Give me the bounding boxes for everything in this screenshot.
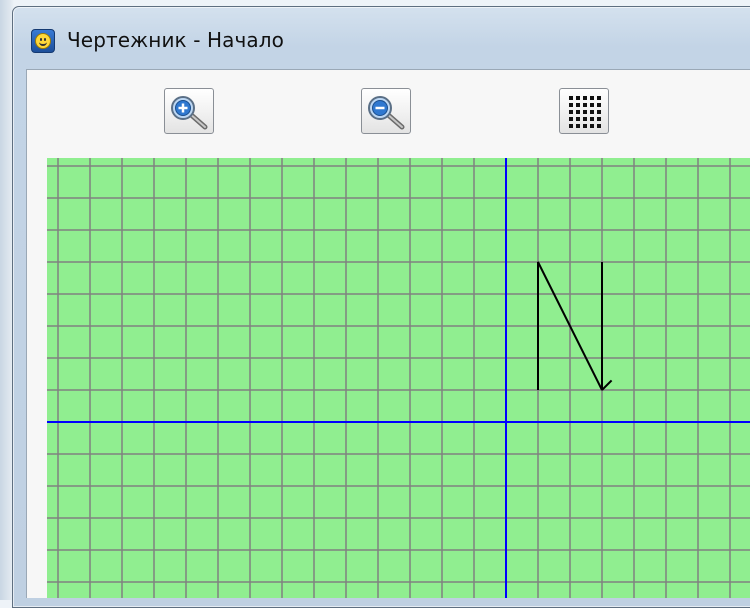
grid-dot <box>569 110 573 114</box>
grid-dot <box>590 117 594 121</box>
grid-dot <box>583 110 587 114</box>
zoom-out-icon <box>368 96 405 130</box>
grid-dot <box>597 96 601 100</box>
client-area <box>26 69 750 598</box>
eye-right <box>44 38 46 41</box>
grid-dot <box>569 124 573 128</box>
zoom-in-icon <box>171 96 208 130</box>
grid-dot <box>576 96 580 100</box>
grid-dot <box>569 117 573 121</box>
grid-dot <box>590 110 594 114</box>
smiley-app-icon[interactable] <box>31 29 55 53</box>
grid-dot <box>576 124 580 128</box>
grid-dot <box>590 124 594 128</box>
grid-dot <box>583 124 587 128</box>
grid-dot <box>597 124 601 128</box>
toolbar <box>27 70 750 152</box>
grid-dot <box>576 110 580 114</box>
grid-dot <box>583 103 587 107</box>
title-bar[interactable]: Чертежник - Начало <box>13 7 750 67</box>
zoom-in-button[interactable] <box>164 88 214 134</box>
grid-dot <box>597 110 601 114</box>
app-window: Чертежник - Начало <box>12 6 750 608</box>
grid-dots-icon <box>569 96 601 128</box>
grid-toggle-button[interactable] <box>559 88 609 134</box>
grid-dot <box>569 96 573 100</box>
pen-drawing-tail <box>601 379 613 391</box>
eye-left <box>40 38 42 41</box>
grid-dot <box>583 117 587 121</box>
grid-dot <box>597 103 601 107</box>
grid-dot <box>569 103 573 107</box>
grid-dot <box>590 96 594 100</box>
grid-dot <box>597 117 601 121</box>
grid-dot <box>583 96 587 100</box>
grid-dot <box>576 103 580 107</box>
zoom-out-button[interactable] <box>361 88 411 134</box>
drawing-canvas[interactable] <box>47 158 750 598</box>
drawing-area <box>47 158 750 598</box>
grid-dot <box>576 117 580 121</box>
window-title: Чертежник - Начало <box>67 28 284 52</box>
mouth <box>39 42 47 46</box>
grid-dot <box>590 103 594 107</box>
smiley-face-icon <box>35 33 51 49</box>
